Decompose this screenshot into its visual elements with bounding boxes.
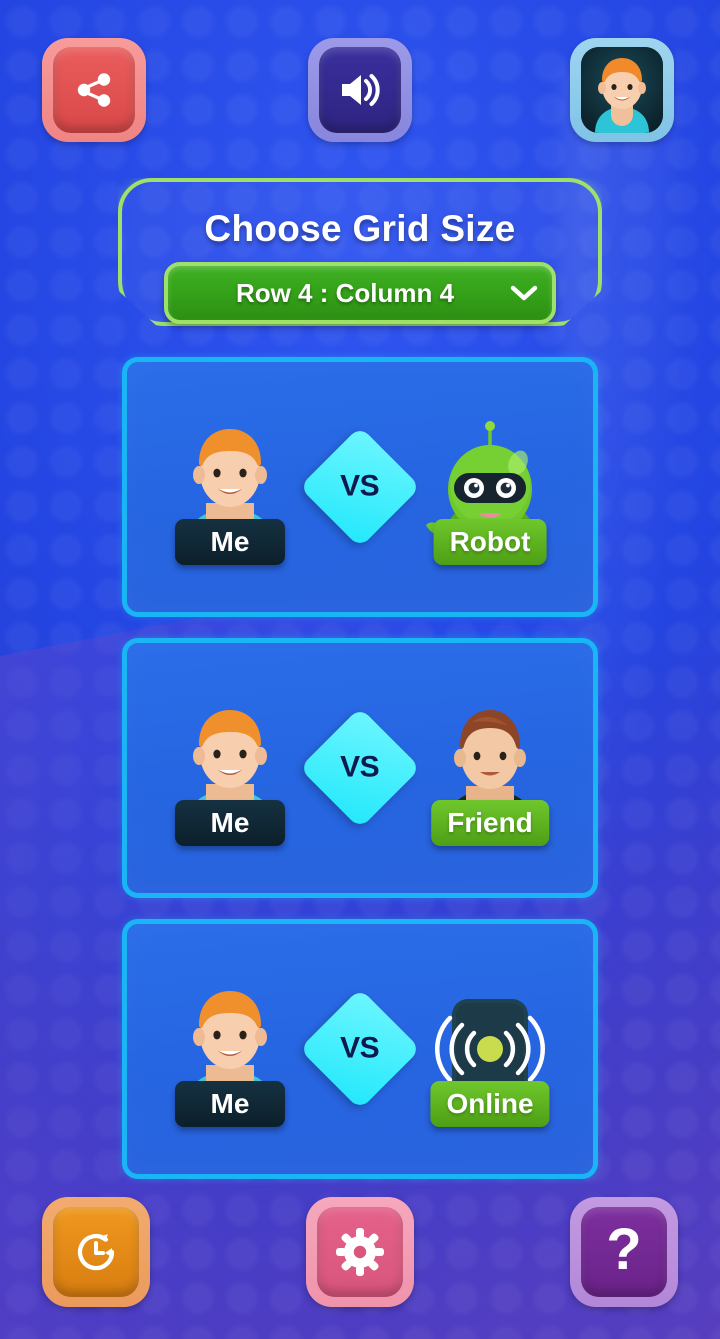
opponent-name-plate: Friend xyxy=(431,800,549,846)
mode-card-row: Me VS Friend xyxy=(127,643,593,893)
left-player-me: Me xyxy=(155,397,305,577)
help-button-face: ? xyxy=(581,1207,667,1297)
right-opponent-online: Online xyxy=(415,959,565,1139)
player-name-plate: Me xyxy=(175,1081,285,1127)
grid-size-dropdown[interactable]: Row 4 : Column 4 xyxy=(164,262,556,324)
profile-button-face xyxy=(581,47,663,133)
settings-button-face xyxy=(317,1207,403,1297)
mode-card-me-vs-robot[interactable]: Me VS Robot xyxy=(122,357,598,617)
profile-button[interactable] xyxy=(570,38,674,142)
chevron-down-icon xyxy=(496,283,552,303)
history-clock-icon xyxy=(77,1234,115,1271)
mode-card-row: Me VS Online xyxy=(127,924,593,1174)
settings-button[interactable] xyxy=(306,1197,414,1307)
vs-badge: VS xyxy=(299,707,421,829)
share-button[interactable] xyxy=(42,38,146,142)
grid-size-banner: Choose Grid Size Row 4 : Column 4 xyxy=(118,178,602,326)
avatar-icon xyxy=(581,47,663,133)
sound-toggle-button[interactable] xyxy=(308,38,412,142)
player-name-plate: Me xyxy=(175,519,285,565)
left-player-me: Me xyxy=(155,678,305,858)
grid-size-value: Row 4 : Column 4 xyxy=(235,277,455,308)
left-player-me: Me xyxy=(155,959,305,1139)
history-button-face xyxy=(53,1207,139,1297)
vs-label: VS xyxy=(340,1032,380,1065)
app-root: Choose Grid Size Row 4 : Column 4 Me VS … xyxy=(0,0,720,1339)
right-opponent-robot: Robot xyxy=(415,397,565,577)
right-opponent-friend: Friend xyxy=(415,678,565,858)
top-toolbar xyxy=(0,38,720,142)
vs-label: VS xyxy=(340,470,380,503)
sound-button-face xyxy=(319,47,401,133)
help-button[interactable]: ? xyxy=(570,1197,678,1307)
mode-card-row: Me VS Robot xyxy=(127,362,593,612)
mode-card-me-vs-online[interactable]: Me VS Online xyxy=(122,919,598,1179)
page-title: Choose Grid Size xyxy=(204,208,516,249)
vs-label: VS xyxy=(340,751,380,784)
gear-icon xyxy=(336,1228,384,1276)
share-button-face xyxy=(53,47,135,133)
mode-card-me-vs-friend[interactable]: Me VS Friend xyxy=(122,638,598,898)
speaker-icon xyxy=(342,74,380,106)
opponent-name-plate: Robot xyxy=(433,519,547,565)
question-mark-icon: ? xyxy=(606,1217,642,1282)
vs-badge: VS xyxy=(299,988,421,1110)
player-name-plate: Me xyxy=(175,800,285,846)
bottom-toolbar: ? xyxy=(0,1197,720,1307)
share-icon xyxy=(77,73,111,107)
vs-badge: VS xyxy=(299,426,421,548)
opponent-name-plate: Online xyxy=(430,1081,550,1127)
history-button[interactable] xyxy=(42,1197,150,1307)
